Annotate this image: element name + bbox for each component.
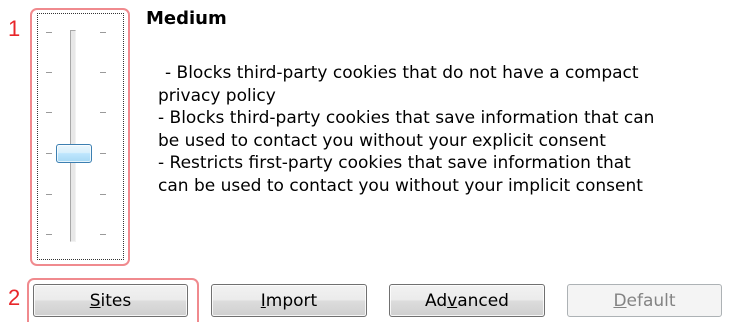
slider-tick [46, 32, 52, 33]
description-line: - Blocks third-party cookies that save i… [158, 108, 655, 128]
slider-tick [46, 112, 52, 113]
button-label: Sites [89, 290, 132, 311]
annotation-marker-2: 2 [8, 285, 21, 310]
default-button[interactable]: Default [567, 284, 722, 317]
slider-thumb[interactable] [56, 144, 92, 163]
import-button[interactable]: Import [211, 284, 367, 317]
description-line: - Restricts first-party cookies that sav… [158, 153, 631, 173]
annotation-marker-1: 1 [8, 16, 21, 41]
description-line: can be used to contact you without your … [158, 175, 643, 196]
sites-button[interactable]: Sites [33, 284, 188, 317]
privacy-level-title: Medium [146, 8, 227, 29]
slider-tick [46, 72, 52, 73]
description-line: be used to contact you without your expl… [158, 130, 606, 151]
button-label: Default [613, 290, 676, 311]
button-label: Advanced [425, 290, 509, 311]
slider-tick [100, 234, 106, 235]
slider-tick [46, 153, 52, 154]
slider-tick [100, 72, 106, 73]
slider-tick [100, 194, 106, 195]
description-line: - Blocks third-party cookies that do not… [165, 63, 639, 83]
slider-tick [100, 112, 106, 113]
description-line: privacy policy [158, 85, 276, 106]
privacy-slider[interactable] [37, 13, 124, 260]
slider-tick [100, 32, 106, 33]
advanced-button[interactable]: Advanced [389, 284, 545, 317]
button-label: Import [260, 290, 318, 311]
slider-tick [46, 234, 52, 235]
slider-tick [100, 153, 106, 154]
privacy-level-description: - Blocks third-party cookies that do not… [158, 62, 728, 197]
slider-track[interactable] [70, 30, 76, 242]
slider-tick [46, 194, 52, 195]
